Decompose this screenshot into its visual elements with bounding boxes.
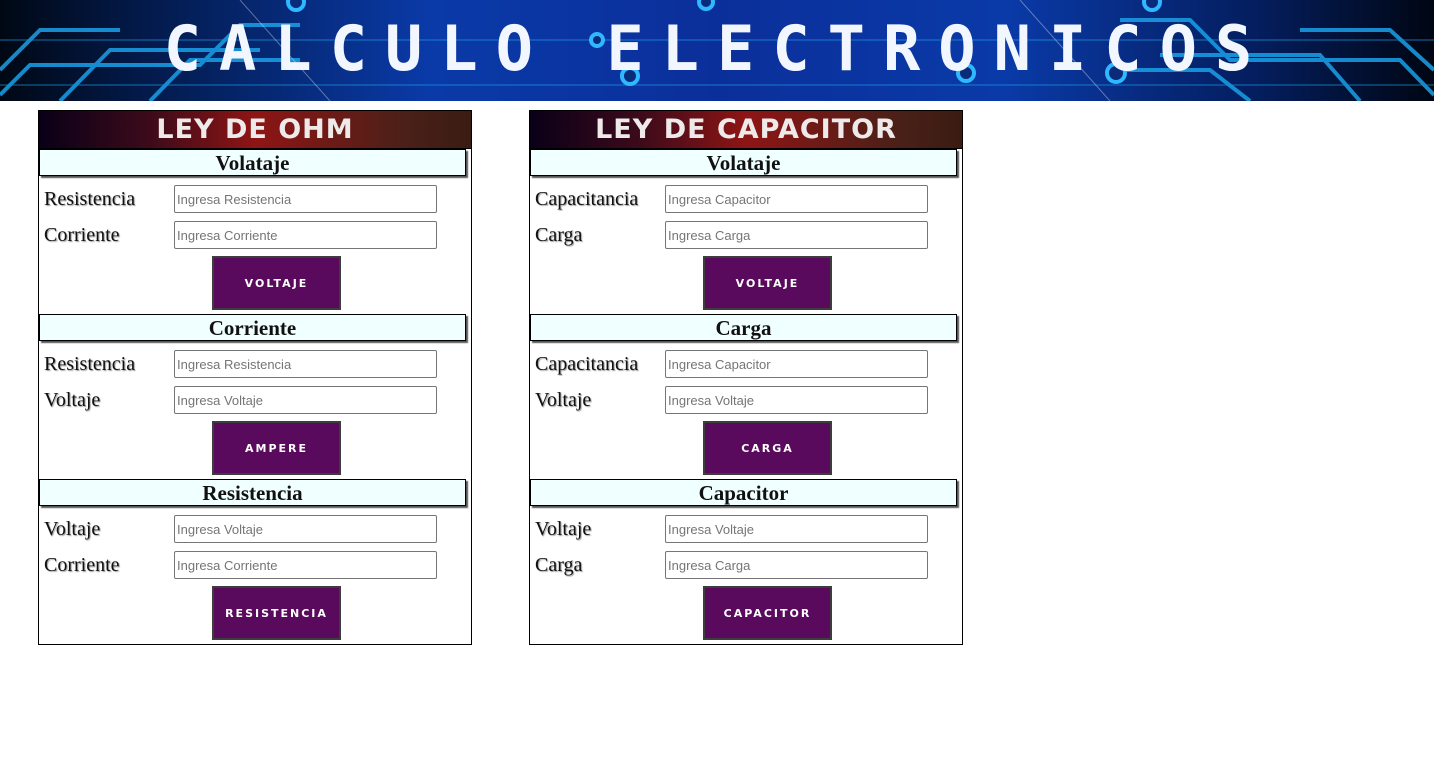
field-label: Resistencia	[44, 188, 136, 210]
ohm-panel-title: LEY DE OHM	[39, 111, 471, 149]
field-label: Voltaje	[44, 389, 101, 411]
voltage-input[interactable]	[665, 515, 928, 543]
form-row: Voltaje	[530, 385, 962, 415]
form-row: Voltaje	[39, 514, 471, 544]
field-label: Voltaje	[44, 518, 101, 540]
calculate-charge-button[interactable]: CARGA	[703, 421, 832, 475]
field-label: Corriente	[44, 224, 120, 246]
section-title: Resistencia	[39, 479, 466, 506]
field-label: Voltaje	[535, 518, 592, 540]
charge-input[interactable]	[665, 221, 928, 249]
site-title: CALCULO ELECTRONICOS	[163, 12, 1271, 85]
calculate-ampere-button[interactable]: AMPERE	[212, 421, 341, 475]
field-label: Voltaje	[535, 389, 592, 411]
voltage-input[interactable]	[174, 386, 437, 414]
form-row: Carga	[530, 220, 962, 250]
calculate-voltage-button[interactable]: VOLTAJE	[703, 256, 832, 310]
form-row: Voltaje	[530, 514, 962, 544]
capacitance-input[interactable]	[665, 185, 928, 213]
capacitor-law-panel: LEY DE CAPACITOR Volataje Capacitancia C…	[529, 110, 963, 645]
field-label: Carga	[535, 224, 583, 246]
field-label: Carga	[535, 554, 583, 576]
form-row: Corriente	[39, 220, 471, 250]
current-input[interactable]	[174, 551, 437, 579]
current-input[interactable]	[174, 221, 437, 249]
header-banner: CALCULO ELECTRONICOS	[0, 0, 1434, 101]
form-row: Capacitancia	[530, 349, 962, 379]
field-label: Corriente	[44, 554, 120, 576]
form-row: Carga	[530, 550, 962, 580]
form-row: Capacitancia	[530, 184, 962, 214]
section-title: Carga	[530, 314, 957, 341]
capacitor-charge-section: Carga Capacitancia Voltaje CARGA	[530, 314, 962, 479]
section-title: Volataje	[530, 149, 957, 176]
calculate-resistance-button[interactable]: RESISTENCIA	[212, 586, 341, 640]
form-row: Resistencia	[39, 184, 471, 214]
form-row: Corriente	[39, 550, 471, 580]
resistance-input[interactable]	[174, 350, 437, 378]
voltage-input[interactable]	[665, 386, 928, 414]
ohm-current-section: Corriente Resistencia Voltaje AMPERE	[39, 314, 471, 479]
capacitor-voltage-section: Volataje Capacitancia Carga VOLTAJE	[530, 149, 962, 314]
calculate-voltage-button[interactable]: VOLTAJE	[212, 256, 341, 310]
form-row: Voltaje	[39, 385, 471, 415]
capacitance-input[interactable]	[665, 350, 928, 378]
field-label: Capacitancia	[535, 353, 639, 375]
ohm-law-panel: LEY DE OHM Volataje Resistencia Corrient…	[38, 110, 472, 645]
field-label: Capacitancia	[535, 188, 639, 210]
voltage-input[interactable]	[174, 515, 437, 543]
capacitor-capacitance-section: Capacitor Voltaje Carga CAPACITOR	[530, 479, 962, 644]
calculate-capacitor-button[interactable]: CAPACITOR	[703, 586, 832, 640]
capacitor-panel-title: LEY DE CAPACITOR	[530, 111, 962, 149]
form-row: Resistencia	[39, 349, 471, 379]
charge-input[interactable]	[665, 551, 928, 579]
ohm-voltage-section: Volataje Resistencia Corriente VOLTAJE	[39, 149, 471, 314]
ohm-resistance-section: Resistencia Voltaje Corriente RESISTENCI…	[39, 479, 471, 644]
section-title: Capacitor	[530, 479, 957, 506]
field-label: Resistencia	[44, 353, 136, 375]
section-title: Corriente	[39, 314, 466, 341]
section-title: Volataje	[39, 149, 466, 176]
resistance-input[interactable]	[174, 185, 437, 213]
